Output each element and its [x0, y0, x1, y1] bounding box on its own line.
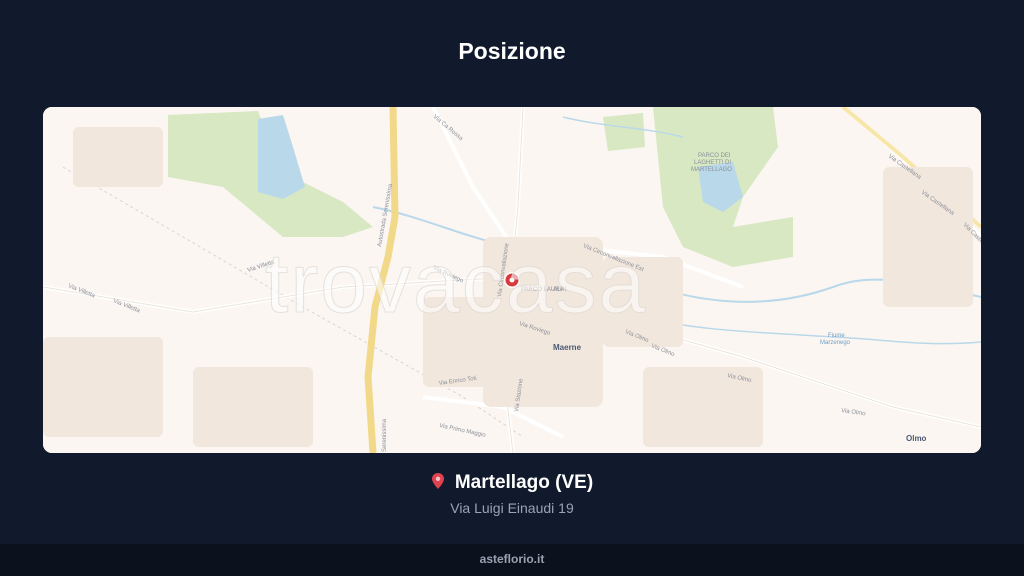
- map-canvas[interactable]: Via Ca Rossa Autostrada Serenissima Sere…: [43, 107, 981, 453]
- park-label: LAGHETTI DI: [694, 160, 731, 166]
- map-view[interactable]: Via Ca Rossa Autostrada Serenissima Sere…: [43, 107, 981, 453]
- location-row: Martellago (VE): [0, 472, 1024, 494]
- river-label: Marzenego: [820, 340, 851, 346]
- page-title: Posizione: [458, 38, 566, 64]
- park-area: [603, 113, 645, 151]
- location-marker[interactable]: [504, 272, 520, 288]
- location-address: Via Luigi Einaudi 19: [450, 500, 574, 516]
- footer-site[interactable]: asteflorio.it: [0, 544, 1024, 576]
- road-label: Serenissima: [382, 418, 388, 452]
- place-label-olmo: Olmo: [906, 434, 927, 443]
- river-label: Fiume: [828, 333, 845, 339]
- map-pin-icon: [431, 473, 444, 489]
- location-city: Martellago (VE): [454, 472, 594, 493]
- park-label: ALPI: [553, 287, 566, 293]
- park-label: MARTELLAGO: [691, 167, 732, 173]
- place-label-maerne: Maerne: [553, 343, 582, 352]
- park-label: PARCO DEI: [698, 153, 731, 159]
